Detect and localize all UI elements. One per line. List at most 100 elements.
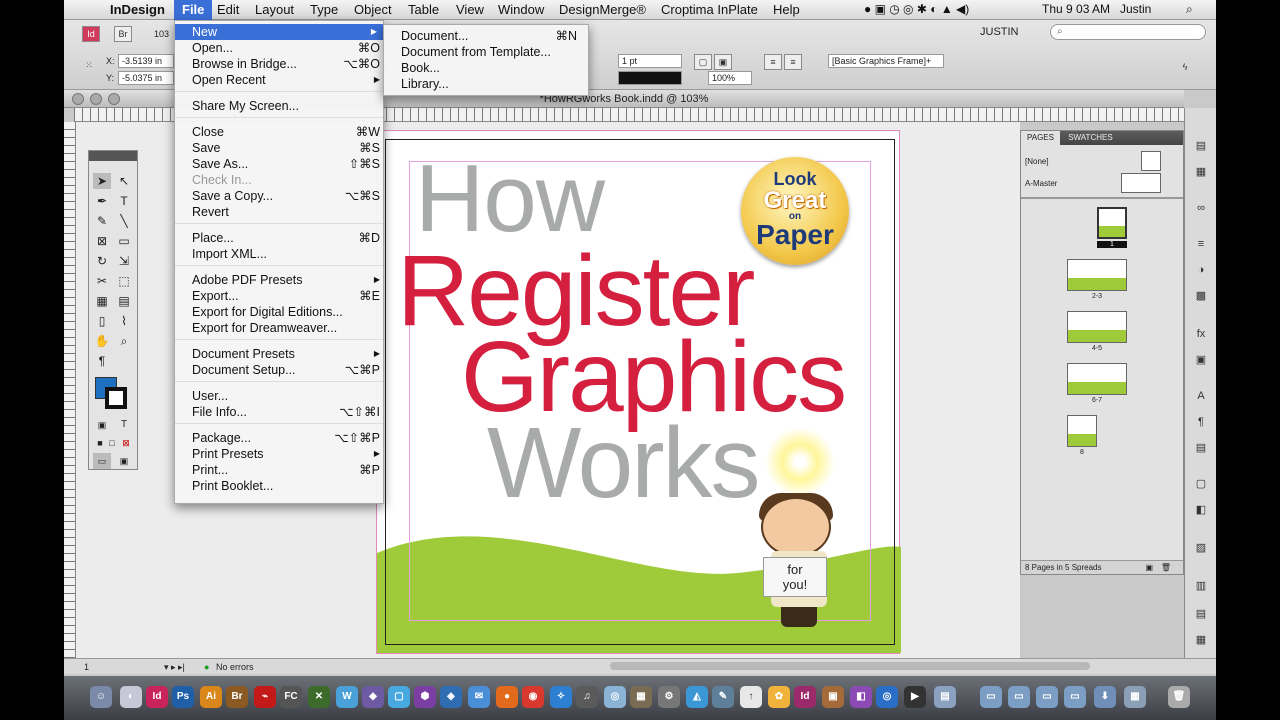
panel-divider[interactable]	[1021, 197, 1183, 199]
flashcatalyst-dock-icon[interactable]: FC	[280, 686, 302, 708]
app-dock-icon-1[interactable]: ◆	[362, 686, 384, 708]
page-thumb-4-5[interactable]	[1067, 311, 1127, 343]
selection-tool-icon[interactable]: ➤	[93, 173, 111, 189]
stroke-swatch[interactable]	[105, 387, 127, 409]
scissors-tool-icon[interactable]: ✂	[93, 273, 111, 289]
effects-panel-icon[interactable]: fx	[1193, 326, 1209, 342]
file-menu-item-export[interactable]: Export... ⌘E	[192, 288, 380, 304]
eyedropper-tool-icon[interactable]: ⌇	[115, 313, 133, 329]
fit-content-icon[interactable]: ▣	[714, 54, 732, 70]
zoom-level[interactable]: 103	[154, 29, 169, 39]
x-field[interactable]: -3.5139 in	[118, 54, 174, 68]
stroke-type-select[interactable]	[618, 71, 682, 85]
text-wrap-panel-icon[interactable]: ▣	[1193, 352, 1209, 368]
safari-dock-icon[interactable]: ✧	[550, 686, 572, 708]
file-menu-item-open[interactable]: Open... ⌘O	[192, 40, 380, 56]
menu-help[interactable]: Help	[773, 2, 800, 17]
layers-panel-icon[interactable]: ▦	[1193, 164, 1209, 180]
zoom-window-button[interactable]	[108, 93, 120, 105]
note-tool-icon[interactable]: ▯	[93, 313, 111, 329]
system-prefs-dock-icon[interactable]: ⚙	[658, 686, 680, 708]
menu-window[interactable]: Window	[498, 2, 544, 17]
app-dock-icon-6[interactable]: ▦	[630, 686, 652, 708]
fit-frame-icon[interactable]: ▢	[694, 54, 712, 70]
reference-point-icon[interactable]: ⁙	[80, 58, 98, 74]
page-thumb-6-7[interactable]	[1067, 363, 1127, 395]
direct-selection-tool-icon[interactable]: ↖	[115, 173, 133, 189]
app-menu[interactable]: InDesign	[110, 2, 165, 17]
file-menu-item-user[interactable]: User...	[192, 388, 372, 404]
horizontal-scrollbar[interactable]	[610, 662, 1090, 670]
app-dock-icon-14[interactable]: ▶	[904, 686, 926, 708]
app-dock-icon-2[interactable]: ▢	[388, 686, 410, 708]
bridge-dock-icon[interactable]: Br	[226, 686, 248, 708]
a-master-label[interactable]: A-Master	[1025, 179, 1057, 188]
master-none-label[interactable]: [None]	[1025, 157, 1049, 166]
file-menu-item-save-as[interactable]: Save As... ⇧⌘S	[192, 156, 380, 172]
scale-field[interactable]: 100%	[708, 71, 752, 85]
document-page[interactable]: How Register Graphics Works Look Great o…	[376, 130, 901, 654]
menu-layout[interactable]: Layout	[255, 2, 294, 17]
clock[interactable]: Thu 9 03 AM	[1042, 2, 1110, 16]
file-menu-item-save-a-copy[interactable]: Save a Copy... ⌥⌘S	[192, 188, 380, 204]
gradient-tool-icon[interactable]: ▦	[93, 293, 111, 309]
script-panel-icon[interactable]: ▥	[1193, 578, 1209, 594]
free-transform-tool-icon[interactable]: ⬚	[115, 273, 133, 289]
file-menu-item-export-for-dreamweaver[interactable]: Export for Dreamweaver...	[192, 320, 372, 336]
app-dock-icon-12[interactable]: ◧	[850, 686, 872, 708]
workspace-switcher[interactable]: JUSTIN	[980, 26, 1019, 38]
downloads-dock-icon[interactable]: ⬇	[1094, 686, 1116, 708]
acrobat-dock-icon[interactable]: ⌁	[254, 686, 276, 708]
stroke-panel-icon[interactable]: ≡	[1193, 236, 1209, 252]
search-input[interactable]: ⌕	[1050, 24, 1206, 40]
menu-file[interactable]: File	[174, 0, 213, 20]
links-panel-icon[interactable]: ∞	[1193, 200, 1209, 216]
chrome-dock-icon[interactable]: ◉	[522, 686, 544, 708]
preview-mode-icon[interactable]: ▣	[115, 453, 133, 469]
finder-icon[interactable]: ☺	[90, 686, 112, 708]
new-submenu-item-document-from-template[interactable]: Document from Template...	[401, 44, 577, 60]
y-field[interactable]: -5.0375 in	[118, 71, 174, 85]
page-thumb-8[interactable]	[1067, 415, 1097, 447]
swatches-panel-icon[interactable]: ▩	[1193, 288, 1209, 304]
page-thumb-2-3[interactable]	[1067, 259, 1127, 291]
menu-object[interactable]: Object	[354, 2, 392, 17]
transform-panel-icon[interactable]: ▢	[1193, 476, 1209, 492]
styles-panel-icon[interactable]: ▤	[1193, 440, 1209, 456]
character-panel-icon[interactable]: A	[1193, 388, 1209, 404]
lightning-icon[interactable]: ϟ	[1176, 60, 1194, 76]
info-panel-icon[interactable]: ▨	[1193, 540, 1209, 556]
file-menu-item-adobe-pdf-presets[interactable]: Adobe PDF Presets ▶	[192, 272, 380, 288]
app-dock-icon-10[interactable]: ✿	[768, 686, 790, 708]
preflight-status[interactable]: No errors	[216, 659, 254, 675]
normal-view-icon[interactable]: ▭	[93, 453, 111, 469]
rotate-tool-icon[interactable]: ↻	[93, 253, 111, 269]
file-menu-item-save[interactable]: Save ⌘S	[192, 140, 380, 156]
trash-dock-icon[interactable]: 🗑	[1168, 686, 1190, 708]
bridge-icon[interactable]: Br	[114, 26, 132, 42]
rectangle-tool-icon[interactable]: ▭	[115, 233, 133, 249]
dashboard-icon[interactable]: ◐	[120, 686, 142, 708]
folder-dock-icon-4[interactable]: ▭	[1064, 686, 1086, 708]
container-format-icon[interactable]: ▣	[93, 417, 111, 433]
indesign-dock-icon[interactable]: Id	[146, 686, 168, 708]
file-menu-item-document-presets[interactable]: Document Presets ▶	[192, 346, 380, 362]
illustrator-dock-icon[interactable]: Ai	[200, 686, 222, 708]
file-menu-item-print-presets[interactable]: Print Presets ▶	[192, 446, 380, 462]
web-app-dock-icon[interactable]: W	[336, 686, 358, 708]
file-menu-item-package[interactable]: Package... ⌥⇧⌘P	[192, 430, 380, 446]
file-menu-item-share-my-screen[interactable]: Share My Screen...	[192, 98, 372, 114]
file-menu-item-export-for-digital-editions[interactable]: Export for Digital Editions...	[192, 304, 372, 320]
app-dock-icon-8[interactable]: ✎	[712, 686, 734, 708]
a-master-thumb[interactable]	[1121, 173, 1161, 193]
photoshop-dock-icon[interactable]: Ps	[172, 686, 194, 708]
output-panel-icon[interactable]: ▦	[1193, 632, 1209, 648]
menu-edit[interactable]: Edit	[217, 2, 239, 17]
page-thumb-1[interactable]	[1097, 207, 1127, 239]
stack-dock-icon[interactable]: ▦	[1124, 686, 1146, 708]
xcode-dock-icon[interactable]: ✕	[308, 686, 330, 708]
close-window-button[interactable]	[72, 93, 84, 105]
file-menu-item-import-xml[interactable]: Import XML...	[192, 246, 372, 262]
file-menu-item-revert[interactable]: Revert	[192, 204, 372, 220]
app-dock-icon-9[interactable]: ↑	[740, 686, 762, 708]
